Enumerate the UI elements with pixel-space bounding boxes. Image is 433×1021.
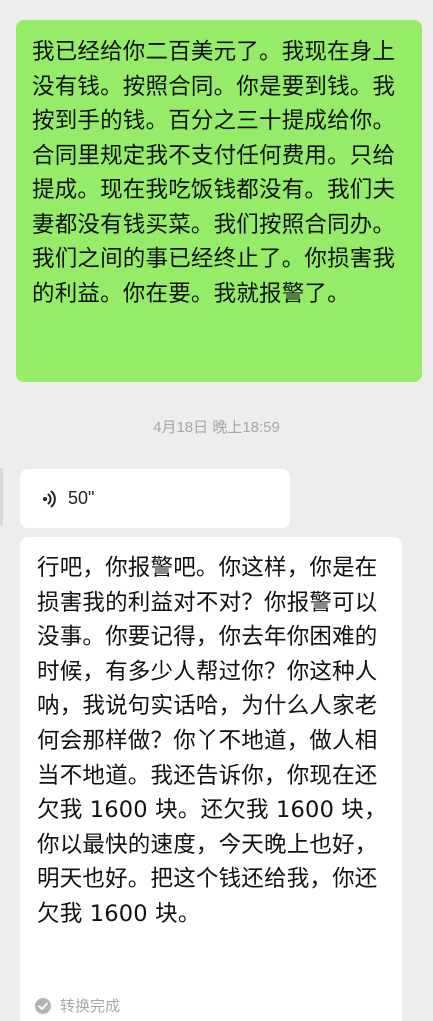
voice-transcript-text: 行吧，你报警吧。你这样，你是在损害我的利益对不对？你报警可以没事。你要记得，你去… — [37, 555, 387, 927]
transcript-status: 转换完成 — [34, 995, 120, 1016]
chat-window: 我已经给你二百美元了。我现在身上没有钱。按照合同。你是要到钱。我按到手的钱。百分… — [0, 0, 433, 1021]
voice-message-bubble[interactable]: 50" — [20, 469, 290, 528]
voice-wave-icon — [40, 488, 62, 510]
voice-duration: 50" — [68, 488, 95, 508]
selection-edge-indicator — [0, 468, 3, 526]
outgoing-message-bubble[interactable]: 我已经给你二百美元了。我现在身上没有钱。按照合同。你是要到钱。我按到手的钱。百分… — [16, 20, 422, 382]
message-timestamp: 4月18日 晚上18:59 — [153, 419, 280, 436]
voice-transcript-bubble[interactable]: 行吧，你报警吧。你这样，你是在损害我的利益对不对？你报警可以没事。你要记得，你去… — [20, 537, 402, 1021]
outgoing-message-text: 我已经给你二百美元了。我现在身上没有钱。按照合同。你是要到钱。我按到手的钱。百分… — [32, 39, 396, 307]
check-circle-icon — [34, 997, 52, 1015]
transcript-status-label: 转换完成 — [60, 997, 121, 1015]
